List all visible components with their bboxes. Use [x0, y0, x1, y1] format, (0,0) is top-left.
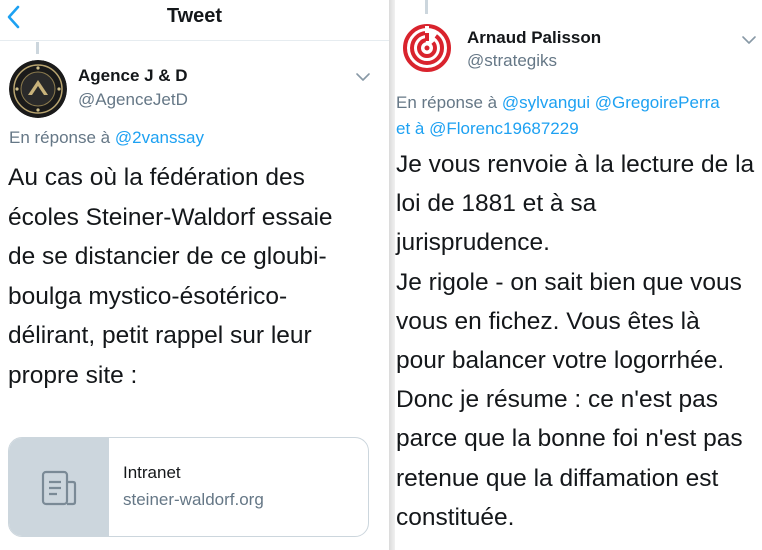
card-thumbnail [9, 438, 109, 536]
right-tweet-panel: Arnaud Palisson @strategiks En réponse à… [395, 0, 762, 550]
tweet-text: Je vous renvoie à la lecture de la loi d… [396, 145, 760, 537]
tweet-line: Au cas où la fédération des [8, 164, 305, 191]
reply-context: En réponse à @2vanssay [9, 128, 204, 148]
tweet-line: pour balancer votre logorrhée. [396, 347, 725, 375]
reply-prefix: En réponse à [9, 128, 111, 147]
reply-joiner: et à [396, 119, 425, 138]
tweet-line: retenue que la diffamation est [396, 464, 719, 492]
tweet-text: Au cas où la fédération des écoles Stein… [8, 158, 380, 395]
tweet-line: Donc je résume : ce n'est pas [396, 386, 718, 414]
reply-mention-link[interactable]: @GregoirePerra [595, 93, 720, 112]
reply-context: En réponse à @sylvangui @GregoirePerra e… [396, 90, 758, 142]
tweet-line: délirant, petit rappel sur leur [8, 322, 312, 349]
maze-logo-icon [402, 23, 452, 73]
tweet-line: propre site : [8, 361, 138, 389]
reply-prefix: En réponse à [396, 93, 498, 112]
card-domain: steiner-waldorf.org [123, 490, 264, 509]
tweet-line: parce que la bonne foi n'est pas [396, 425, 743, 453]
tweet-line: boulga mystico-ésotérico- [8, 282, 288, 310]
tweet-line: jurisprudence. [396, 229, 550, 257]
page-title: Tweet [166, 5, 223, 27]
left-tweet-panel: Tweet Agence J & D @AgenceJetD En répons… [0, 0, 389, 550]
thread-line [425, 0, 428, 14]
link-card[interactable]: Intranet steiner-waldorf.org [8, 437, 369, 537]
avatar[interactable] [9, 60, 67, 118]
tweet-line: Je rigole - on sait bien que vous [396, 268, 742, 296]
author-handle[interactable]: @AgenceJetD [78, 90, 188, 110]
author-handle[interactable]: @strategiks [467, 51, 557, 71]
tweet-line: constituée. [396, 503, 515, 531]
author-name[interactable]: Agence J & D [78, 66, 188, 86]
chevron-down-icon[interactable] [741, 35, 757, 45]
tweet-line: loi de 1881 et à sa [396, 190, 597, 218]
chevron-down-icon[interactable] [355, 72, 371, 82]
reply-mention-link[interactable]: @Florenc19687229 [429, 119, 579, 138]
reply-mention-link[interactable]: @sylvangui [502, 93, 590, 112]
tweet-line: Je vous renvoie à la lecture de la [396, 151, 755, 178]
article-icon [41, 470, 77, 506]
tweet-line: vous en fichez. Vous êtes là [396, 307, 700, 335]
author-name[interactable]: Arnaud Palisson [467, 28, 601, 48]
reply-mention-link[interactable]: @2vanssay [115, 128, 204, 147]
top-bar: Tweet [0, 0, 389, 41]
card-title: Intranet [123, 463, 181, 482]
tweet-line: écoles Steiner-Waldorf essaie [8, 203, 333, 231]
thread-line [36, 42, 39, 54]
tweet-line: de se distancier de ce gloubi- [8, 243, 327, 270]
agence-logo-icon [9, 60, 67, 118]
avatar[interactable] [401, 22, 453, 74]
